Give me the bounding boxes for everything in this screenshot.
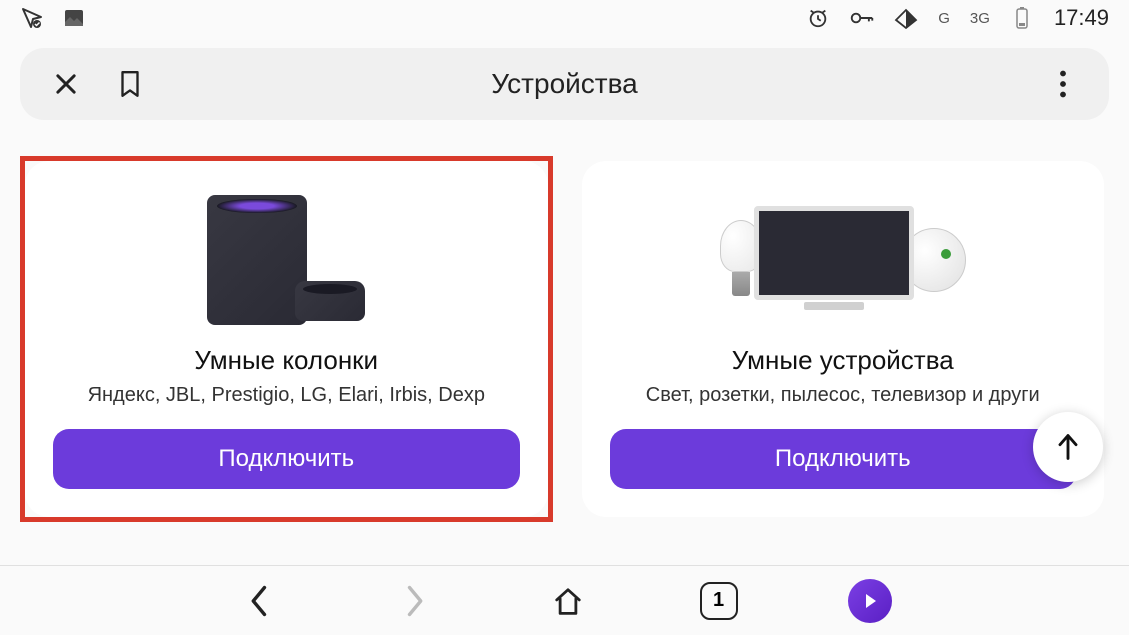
card-smart-speakers[interactable]: Умные колонки Яндекс, JBL, Prestigio, LG… bbox=[20, 156, 553, 522]
cards-container: Умные колонки Яндекс, JBL, Prestigio, LG… bbox=[0, 132, 1129, 532]
status-bar: G 3G 17:49 bbox=[0, 0, 1129, 36]
clock-time: 17:49 bbox=[1054, 5, 1109, 31]
header-bar: Устройства bbox=[20, 48, 1109, 120]
wifi-icon bbox=[894, 6, 918, 30]
page-title: Устройства bbox=[491, 68, 637, 100]
devices-illustration bbox=[610, 185, 1077, 335]
signal-g-label: G bbox=[938, 10, 950, 27]
tabs-button[interactable]: 1 bbox=[700, 582, 738, 620]
card-subtitle: Свет, розетки, пылесос, телевизор и друг… bbox=[646, 384, 1040, 407]
more-menu-button[interactable] bbox=[1045, 66, 1081, 102]
card-title: Умные колонки bbox=[194, 345, 378, 376]
connect-button[interactable]: Подключить bbox=[53, 429, 520, 489]
alarm-icon bbox=[806, 6, 830, 30]
location-icon bbox=[20, 6, 44, 30]
image-icon bbox=[62, 6, 86, 30]
home-button[interactable] bbox=[546, 579, 590, 623]
connect-button[interactable]: Подключить bbox=[610, 429, 1077, 489]
back-button[interactable] bbox=[238, 579, 282, 623]
card-title: Умные устройства bbox=[732, 345, 954, 376]
signal-3g-label: 3G bbox=[970, 10, 990, 27]
close-button[interactable] bbox=[48, 66, 84, 102]
speaker-illustration bbox=[53, 185, 520, 335]
card-smart-devices[interactable]: Умные устройства Свет, розетки, пылесос,… bbox=[577, 156, 1110, 522]
battery-icon bbox=[1010, 6, 1034, 30]
alice-assistant-button[interactable] bbox=[848, 579, 892, 623]
scroll-top-fab[interactable] bbox=[1033, 412, 1103, 482]
bottom-nav: 1 bbox=[0, 565, 1129, 635]
forward-button[interactable] bbox=[392, 579, 436, 623]
bookmark-button[interactable] bbox=[112, 66, 148, 102]
vpn-key-icon bbox=[850, 6, 874, 30]
card-subtitle: Яндекс, JBL, Prestigio, LG, Elari, Irbis… bbox=[88, 384, 485, 407]
